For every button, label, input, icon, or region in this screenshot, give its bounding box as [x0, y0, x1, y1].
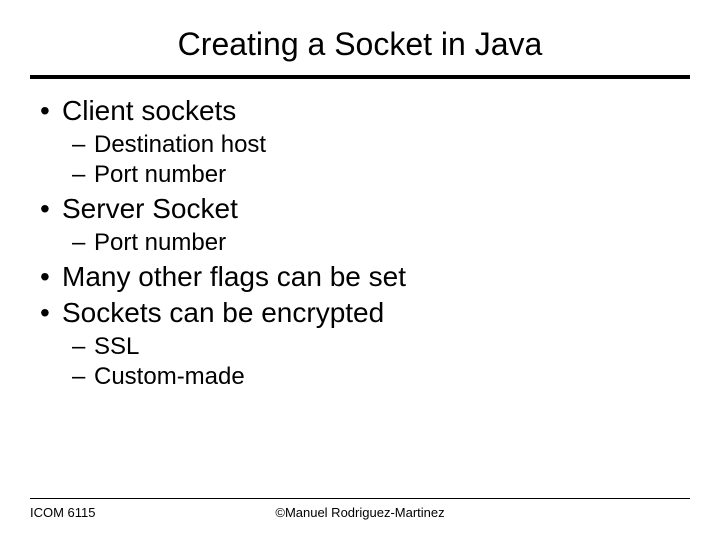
bullet-dot-icon: • [34, 297, 62, 329]
bullet-text: Client sockets [62, 95, 236, 127]
bullet-level1: • Server Socket [34, 193, 690, 225]
slide-body: • Client sockets – Destination host – Po… [30, 91, 690, 540]
bullet-level2: – Port number [72, 229, 690, 257]
bullet-level1: • Sockets can be encrypted [34, 297, 690, 329]
bullet-text: Port number [94, 161, 226, 189]
bullet-dash-icon: – [72, 333, 94, 361]
bullet-level1: • Client sockets [34, 95, 690, 127]
slide-title: Creating a Socket in Java [30, 20, 690, 75]
footer-left: ICOM 6115 [30, 505, 248, 520]
footer-right [472, 505, 690, 520]
bullet-text: Many other flags can be set [62, 261, 406, 293]
title-divider [30, 75, 690, 79]
bullet-text: Custom-made [94, 363, 245, 391]
footer-center: ©Manuel Rodriguez-Martinez [248, 505, 472, 520]
bullet-text: Port number [94, 229, 226, 257]
bullet-dot-icon: • [34, 193, 62, 225]
footer-divider [30, 498, 690, 499]
bullet-dash-icon: – [72, 161, 94, 189]
bullet-dash-icon: – [72, 229, 94, 257]
bullet-level2: – SSL [72, 333, 690, 361]
bullet-dot-icon: • [34, 261, 62, 293]
bullet-text: Destination host [94, 131, 266, 159]
bullet-dot-icon: • [34, 95, 62, 127]
slide-footer: ICOM 6115 ©Manuel Rodriguez-Martinez [30, 498, 690, 520]
bullet-dash-icon: – [72, 363, 94, 391]
bullet-dash-icon: – [72, 131, 94, 159]
bullet-text: SSL [94, 333, 139, 361]
bullet-level2: – Destination host [72, 131, 690, 159]
bullet-text: Server Socket [62, 193, 238, 225]
footer-row: ICOM 6115 ©Manuel Rodriguez-Martinez [30, 505, 690, 520]
bullet-text: Sockets can be encrypted [62, 297, 384, 329]
bullet-level2: – Custom-made [72, 363, 690, 391]
slide: Creating a Socket in Java • Client socke… [0, 0, 720, 540]
bullet-level1: • Many other flags can be set [34, 261, 690, 293]
bullet-level2: – Port number [72, 161, 690, 189]
